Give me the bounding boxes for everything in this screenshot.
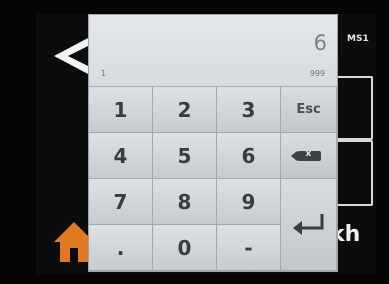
key-decimal[interactable]: . [89,225,153,271]
key-8[interactable]: 8 [153,179,217,225]
display-max: 999 [309,69,325,78]
key-2[interactable]: 2 [153,87,217,133]
key-0[interactable]: 0 [153,225,217,271]
key-6[interactable]: 6 [217,133,281,179]
esc-button[interactable]: Esc [281,87,337,133]
key-5[interactable]: 5 [153,133,217,179]
keypad-grid: 1 2 3 Esc 4 5 6 x 7 8 9 . 0 - [89,87,337,271]
back-arrow-icon[interactable] [54,38,88,74]
display-value: 6 [313,31,327,55]
key-3[interactable]: 3 [217,87,281,133]
keypad-display: 6 1 999 [89,15,337,87]
enter-icon [292,213,323,235]
display-min: 1 [101,69,107,78]
enter-button[interactable] [281,179,337,271]
status-badge: MS1 [347,34,369,44]
device-frame: MS1 kh 6 1 999 1 2 3 Esc 4 5 6 x 7 8 9 .… [0,0,389,284]
key-minus[interactable]: - [217,225,281,271]
key-9[interactable]: 9 [217,179,281,225]
backspace-button[interactable]: x [281,133,337,179]
key-1[interactable]: 1 [89,87,153,133]
backspace-icon: x [290,149,321,161]
key-4[interactable]: 4 [89,133,153,179]
numeric-keypad: 6 1 999 1 2 3 Esc 4 5 6 x 7 8 9 . 0 - [88,14,338,272]
key-7[interactable]: 7 [89,179,153,225]
